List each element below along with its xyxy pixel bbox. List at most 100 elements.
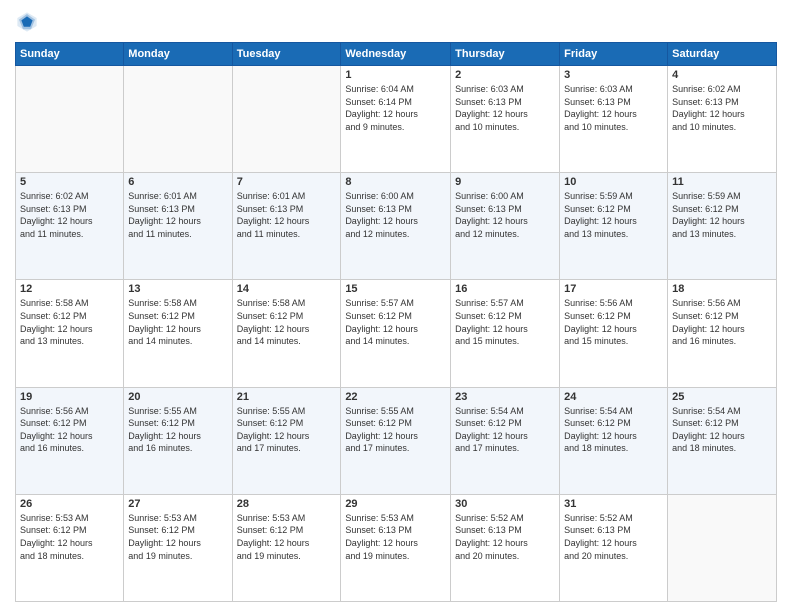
day-cell: 12 Sunrise: 5:58 AM Sunset: 6:12 PM Dayli… [16, 280, 124, 387]
day-cell: 11 Sunrise: 5:59 AM Sunset: 6:12 PM Dayli… [668, 173, 777, 280]
day-info: Sunrise: 5:52 AM Sunset: 6:13 PM Dayligh… [564, 512, 663, 562]
day-info: Sunrise: 5:53 AM Sunset: 6:12 PM Dayligh… [20, 512, 119, 562]
day-number: 10 [564, 176, 663, 188]
day-cell [232, 66, 341, 173]
day-number: 13 [128, 283, 227, 295]
day-number: 24 [564, 391, 663, 403]
day-cell: 14 Sunrise: 5:58 AM Sunset: 6:12 PM Dayli… [232, 280, 341, 387]
day-cell: 7Sunrise: 6:01 AM Sunset: 6:13 PM Daylig… [232, 173, 341, 280]
day-cell: 22 Sunrise: 5:55 AM Sunset: 6:12 PM Dayli… [341, 387, 451, 494]
day-number: 4 [672, 69, 772, 81]
day-cell: 5 Sunrise: 6:02 AM Sunset: 6:13 PM Daylig… [16, 173, 124, 280]
day-cell: 29 Sunrise: 5:53 AM Sunset: 6:13 PM Dayli… [341, 494, 451, 601]
day-info: Sunrise: 6:00 AM Sunset: 6:13 PM Dayligh… [455, 190, 555, 240]
day-number: 26 [20, 498, 119, 510]
week-row-2: 5 Sunrise: 6:02 AM Sunset: 6:13 PM Daylig… [16, 173, 777, 280]
day-number: 14 [237, 283, 337, 295]
day-cell: 10 Sunrise: 5:59 AM Sunset: 6:12 PM Dayli… [560, 173, 668, 280]
day-cell: 17 Sunrise: 5:56 AM Sunset: 6:12 PM Dayli… [560, 280, 668, 387]
day-number: 15 [345, 283, 446, 295]
day-cell: 28 Sunrise: 5:53 AM Sunset: 6:12 PM Dayli… [232, 494, 341, 601]
day-number: 23 [455, 391, 555, 403]
day-number: 30 [455, 498, 555, 510]
day-cell: 13 Sunrise: 5:58 AM Sunset: 6:12 PM Dayli… [124, 280, 232, 387]
day-cell: 1Sunrise: 6:04 AM Sunset: 6:14 PM Daylig… [341, 66, 451, 173]
day-info: Sunrise: 5:55 AM Sunset: 6:12 PM Dayligh… [237, 405, 337, 455]
day-info: Sunrise: 5:55 AM Sunset: 6:12 PM Dayligh… [128, 405, 227, 455]
day-info: Sunrise: 5:57 AM Sunset: 6:12 PM Dayligh… [455, 297, 555, 347]
day-info: Sunrise: 5:59 AM Sunset: 6:12 PM Dayligh… [672, 190, 772, 240]
day-cell: 3 Sunrise: 6:03 AM Sunset: 6:13 PM Daylig… [560, 66, 668, 173]
day-number: 19 [20, 391, 119, 403]
day-number: 27 [128, 498, 227, 510]
day-cell: 6 Sunrise: 6:01 AM Sunset: 6:13 PM Daylig… [124, 173, 232, 280]
day-info: Sunrise: 5:54 AM Sunset: 6:12 PM Dayligh… [455, 405, 555, 455]
day-info: Sunrise: 6:03 AM Sunset: 6:13 PM Dayligh… [564, 83, 663, 133]
day-cell: 23 Sunrise: 5:54 AM Sunset: 6:12 PM Dayli… [451, 387, 560, 494]
logo [15, 10, 43, 34]
day-cell [124, 66, 232, 173]
day-number: 20 [128, 391, 227, 403]
weekday-header-monday: Monday [124, 43, 232, 66]
day-info: Sunrise: 5:53 AM Sunset: 6:12 PM Dayligh… [237, 512, 337, 562]
day-cell [16, 66, 124, 173]
day-number: 29 [345, 498, 446, 510]
week-row-5: 26 Sunrise: 5:53 AM Sunset: 6:12 PM Dayli… [16, 494, 777, 601]
day-cell: 21 Sunrise: 5:55 AM Sunset: 6:12 PM Dayli… [232, 387, 341, 494]
day-number: 25 [672, 391, 772, 403]
weekday-header-thursday: Thursday [451, 43, 560, 66]
day-info: Sunrise: 6:00 AM Sunset: 6:13 PM Dayligh… [345, 190, 446, 240]
day-info: Sunrise: 5:58 AM Sunset: 6:12 PM Dayligh… [237, 297, 337, 347]
day-info: Sunrise: 5:57 AM Sunset: 6:12 PM Dayligh… [345, 297, 446, 347]
day-number: 28 [237, 498, 337, 510]
day-cell: 26 Sunrise: 5:53 AM Sunset: 6:12 PM Dayli… [16, 494, 124, 601]
day-number: 5 [20, 176, 119, 188]
day-number: 18 [672, 283, 772, 295]
day-cell: 15 Sunrise: 5:57 AM Sunset: 6:12 PM Dayli… [341, 280, 451, 387]
day-cell: 19 Sunrise: 5:56 AM Sunset: 6:12 PM Dayli… [16, 387, 124, 494]
day-info: Sunrise: 5:54 AM Sunset: 6:12 PM Dayligh… [564, 405, 663, 455]
day-number: 9 [455, 176, 555, 188]
day-number: 8 [345, 176, 446, 188]
day-number: 6 [128, 176, 227, 188]
day-cell: 24 Sunrise: 5:54 AM Sunset: 6:12 PM Dayli… [560, 387, 668, 494]
page: SundayMondayTuesdayWednesdayThursdayFrid… [0, 0, 792, 612]
day-cell: 31Sunrise: 5:52 AM Sunset: 6:13 PM Dayli… [560, 494, 668, 601]
day-info: Sunrise: 5:58 AM Sunset: 6:12 PM Dayligh… [20, 297, 119, 347]
day-info: Sunrise: 5:55 AM Sunset: 6:12 PM Dayligh… [345, 405, 446, 455]
weekday-header-tuesday: Tuesday [232, 43, 341, 66]
day-info: Sunrise: 6:02 AM Sunset: 6:13 PM Dayligh… [20, 190, 119, 240]
day-number: 3 [564, 69, 663, 81]
day-info: Sunrise: 5:52 AM Sunset: 6:13 PM Dayligh… [455, 512, 555, 562]
calendar-table: SundayMondayTuesdayWednesdayThursdayFrid… [15, 42, 777, 602]
day-cell: 4Sunrise: 6:02 AM Sunset: 6:13 PM Daylig… [668, 66, 777, 173]
day-number: 2 [455, 69, 555, 81]
weekday-header-saturday: Saturday [668, 43, 777, 66]
weekday-header-sunday: Sunday [16, 43, 124, 66]
day-info: Sunrise: 5:53 AM Sunset: 6:12 PM Dayligh… [128, 512, 227, 562]
day-info: Sunrise: 5:56 AM Sunset: 6:12 PM Dayligh… [20, 405, 119, 455]
day-info: Sunrise: 5:58 AM Sunset: 6:12 PM Dayligh… [128, 297, 227, 347]
day-number: 12 [20, 283, 119, 295]
day-cell: 8 Sunrise: 6:00 AM Sunset: 6:13 PM Daylig… [341, 173, 451, 280]
day-info: Sunrise: 5:53 AM Sunset: 6:13 PM Dayligh… [345, 512, 446, 562]
logo-icon [15, 10, 39, 34]
day-info: Sunrise: 5:54 AM Sunset: 6:12 PM Dayligh… [672, 405, 772, 455]
day-info: Sunrise: 5:59 AM Sunset: 6:12 PM Dayligh… [564, 190, 663, 240]
day-cell [668, 494, 777, 601]
day-cell: 2 Sunrise: 6:03 AM Sunset: 6:13 PM Daylig… [451, 66, 560, 173]
day-number: 17 [564, 283, 663, 295]
week-row-4: 19 Sunrise: 5:56 AM Sunset: 6:12 PM Dayli… [16, 387, 777, 494]
day-number: 22 [345, 391, 446, 403]
day-cell: 25 Sunrise: 5:54 AM Sunset: 6:12 PM Dayli… [668, 387, 777, 494]
day-number: 21 [237, 391, 337, 403]
day-cell: 20 Sunrise: 5:55 AM Sunset: 6:12 PM Dayli… [124, 387, 232, 494]
day-info: Sunrise: 6:01 AM Sunset: 6:13 PM Dayligh… [128, 190, 227, 240]
day-cell: 18Sunrise: 5:56 AM Sunset: 6:12 PM Dayli… [668, 280, 777, 387]
day-info: Sunrise: 5:56 AM Sunset: 6:12 PM Dayligh… [564, 297, 663, 347]
day-info: Sunrise: 6:03 AM Sunset: 6:13 PM Dayligh… [455, 83, 555, 133]
day-number: 16 [455, 283, 555, 295]
day-number: 11 [672, 176, 772, 188]
day-number: 1 [345, 69, 446, 81]
weekday-header-wednesday: Wednesday [341, 43, 451, 66]
